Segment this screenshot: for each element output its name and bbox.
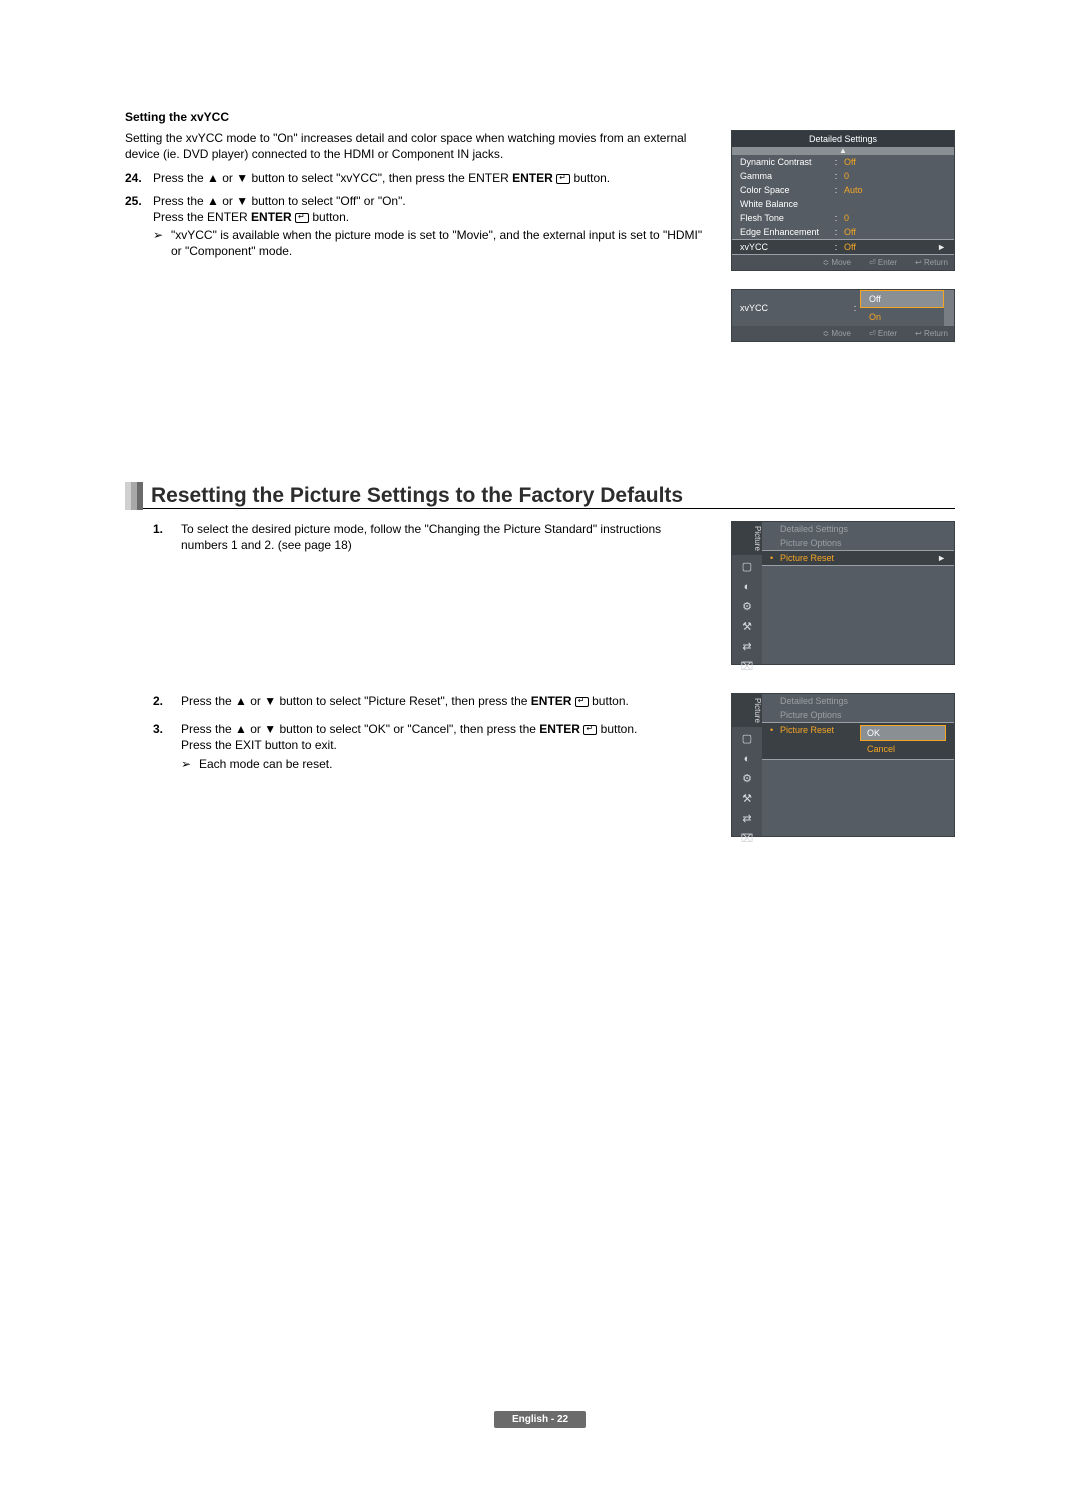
input-icon: ⇄ — [740, 813, 754, 825]
move-icon: ≎ — [822, 258, 829, 267]
input-icon: ⇄ — [740, 641, 754, 653]
enter-icon — [583, 725, 597, 735]
step-25-num: 25. — [125, 193, 153, 260]
osd-row-label: xvYCC — [740, 242, 832, 252]
footer-enter: Enter — [878, 329, 897, 338]
osd-row-label: Picture Options — [780, 538, 934, 548]
osd-scrollbar — [944, 290, 954, 326]
step-3-post: button. — [597, 722, 637, 736]
setup-icon: ⚒ — [740, 793, 754, 805]
osd-row-label: Dynamic Contrast — [740, 157, 832, 167]
step-1-num: 1. — [153, 521, 181, 553]
osd-row-label: White Balance — [740, 199, 832, 209]
osd-opt-off: Off — [860, 290, 944, 308]
step-2-num: 2. — [153, 693, 181, 709]
osd-row-label: Flesh Tone — [740, 213, 832, 223]
sound-icon: ◐ — [740, 581, 754, 593]
page-footer: English - 22 — [494, 1411, 586, 1428]
osd-opt-cancel: Cancel — [860, 741, 946, 757]
osd-xvycc-popup: xvYCC : Off On ≎ Move ⏎ Enter ↩ Return — [731, 289, 955, 342]
note-icon: ➢ — [181, 756, 199, 772]
footer-return: Return — [924, 329, 948, 338]
xvycc-intro: Setting the xvYCC mode to "On" increases… — [125, 130, 711, 162]
osd-row-label: Detailed Settings — [780, 524, 934, 534]
osd-sub-label: xvYCC — [732, 290, 850, 326]
step-3-num: 3. — [153, 721, 181, 772]
osd-opt-on: On — [860, 308, 944, 326]
osd-row-label: Picture Reset — [780, 553, 934, 563]
tv-icon: ▢ — [740, 561, 754, 573]
heading-deco-icon — [125, 482, 143, 510]
step-3-note: Each mode can be reset. — [199, 756, 711, 772]
footer-enter: Enter — [878, 258, 897, 267]
step-3-exit: Press the EXIT button to exit. — [181, 737, 711, 753]
step-3-pre: Press the ▲ or ▼ button to select "OK" o… — [181, 722, 539, 736]
channel-icon: ⚙ — [740, 601, 754, 613]
footer-move: Move — [831, 258, 851, 267]
step-2-pre: Press the ▲ or ▼ button to select "Pictu… — [181, 694, 531, 708]
chevron-right-icon: ► — [934, 242, 946, 252]
step-24-tail: button. — [570, 171, 610, 185]
osd-picture-menu: Picture ▢ ◐ ⚙ ⚒ ⇄ ⌧ Detailed Settings Pi… — [731, 521, 955, 665]
osd-row-label: Detailed Settings — [780, 696, 946, 706]
step-25-b-pre: Press the ENTER — [153, 210, 251, 224]
step-1-text: To select the desired picture mode, foll… — [181, 521, 711, 553]
osd-detailed-settings: Detailed Settings ▲ Dynamic Contrast:Off… — [731, 130, 955, 271]
osd-row-label: Picture Reset — [780, 725, 856, 735]
osd-side-label: Picture — [732, 522, 762, 555]
osd-row-label: Gamma — [740, 171, 832, 181]
osd-picture-reset-confirm: Picture ▢ ◐ ⚙ ⚒ ⇄ ⌧ Detailed Settings Pi… — [731, 693, 955, 837]
setup-icon: ⚒ — [740, 621, 754, 633]
return-icon: ↩ — [915, 329, 922, 338]
osd-row-val: 0 — [840, 171, 934, 181]
osd-row-label: Picture Options — [780, 710, 946, 720]
osd-row-val: 0 — [840, 213, 934, 223]
osd-row-label: Edge Enhancement — [740, 227, 832, 237]
tv-icon: ▢ — [740, 733, 754, 745]
enter-icon — [575, 697, 589, 707]
note-icon: ➢ — [153, 227, 171, 259]
osd-title: Detailed Settings — [732, 131, 954, 147]
osd-side-label: Picture — [732, 694, 762, 727]
step-25-note: "xvYCC" is available when the picture mo… — [171, 227, 711, 259]
step-2-post: button. — [589, 694, 629, 708]
osd-scroll-up: ▲ — [732, 147, 954, 155]
step-3-bold: ENTER — [539, 722, 583, 736]
xvycc-heading: Setting the xvYCC — [125, 110, 955, 124]
osd-row-val: Off — [840, 157, 934, 167]
enter-icon: ⏎ — [869, 329, 876, 338]
osd-row-val: Auto — [840, 185, 934, 195]
osd-row-val: Off — [840, 242, 934, 252]
reset-heading: Resetting the Picture Settings to the Fa… — [151, 482, 683, 510]
chevron-right-icon: ► — [934, 553, 946, 563]
step-2-bold: ENTER — [531, 694, 575, 708]
footer-move: Move — [831, 329, 851, 338]
step-25-a: Press the ▲ or ▼ button to select "Off" … — [153, 193, 711, 209]
enter-icon — [556, 174, 570, 184]
osd-row-label: Color Space — [740, 185, 832, 195]
move-icon: ≎ — [822, 329, 829, 338]
enter-icon: ⏎ — [869, 258, 876, 267]
app-icon: ⌧ — [740, 661, 754, 673]
step-25-b-post: button. — [309, 210, 349, 224]
enter-icon — [295, 213, 309, 223]
osd-row-val: Off — [840, 227, 934, 237]
osd-sub-colon: : — [850, 290, 860, 326]
osd-opt-ok: OK — [860, 725, 946, 741]
return-icon: ↩ — [915, 258, 922, 267]
step-24-num: 24. — [125, 170, 153, 186]
footer-return: Return — [924, 258, 948, 267]
app-icon: ⌧ — [740, 833, 754, 845]
channel-icon: ⚙ — [740, 773, 754, 785]
sound-icon: ◐ — [740, 753, 754, 765]
step-24-text: Press the ▲ or ▼ button to select "xvYCC… — [153, 171, 512, 185]
